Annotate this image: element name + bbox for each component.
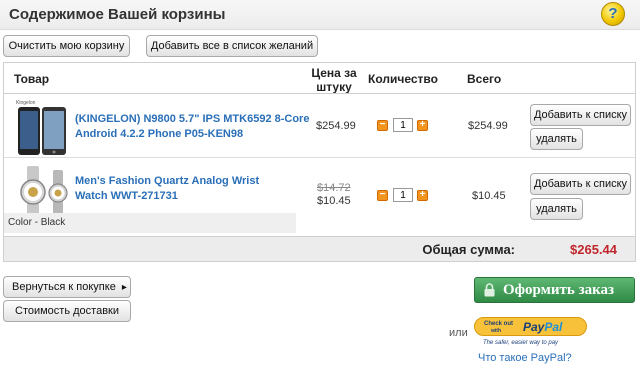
add-all-to-wishlist-button[interactable]: Добавить все в список желаний — [146, 35, 318, 57]
checkout-button[interactable]: Оформить заказ — [474, 277, 635, 303]
add-to-wishlist-button[interactable]: Добавить к списку — [530, 173, 631, 195]
quantity-input[interactable] — [393, 118, 413, 132]
checkout-label: Оформить заказ — [503, 282, 615, 298]
product-name-line2: Android 4.2.2 Phone P05-KEN98 — [75, 128, 244, 140]
paypal-line1: Check out — [484, 321, 513, 327]
product-link[interactable]: (KINGELON) N9800 5.7" IPS MTK6592 8-Core… — [75, 112, 309, 142]
paypal-line2: with — [490, 328, 501, 334]
cart-table: Товар Цена за штуку Количество Всего Kin… — [3, 62, 636, 262]
variant-label: Color - Black — [4, 213, 296, 233]
lock-icon — [484, 283, 495, 297]
page-title: Содержимое Вашей корзины — [9, 6, 226, 23]
row-total: $10.45 — [472, 190, 506, 202]
grand-total-bar: Общая сумма: $265.44 — [4, 236, 635, 261]
grand-total-value: $265.44 — [570, 242, 617, 257]
product-name-line1: (KINGELON) N9800 5.7" IPS MTK6592 8-Core — [75, 113, 310, 125]
row-divider — [4, 157, 635, 158]
qty-increase-button[interactable]: + — [417, 120, 428, 131]
phone-product-image: Kingelon — [16, 100, 66, 155]
chevron-right-icon: ▸ — [121, 282, 127, 293]
product-link[interactable]: Men's Fashion Quartz Analog Wrist Watch … — [75, 174, 259, 204]
brand-logo-text: Kingelon — [16, 100, 36, 106]
qty-decrease-button[interactable]: − — [377, 120, 388, 131]
column-header-unit-price: Цена за штуку — [307, 66, 361, 94]
unit-price-line2: штуку — [316, 80, 352, 94]
what-is-paypal-link[interactable]: Что такое PayPal? — [478, 352, 572, 364]
header-divider — [4, 93, 635, 94]
old-price: $14.72 — [317, 182, 351, 194]
paypal-tagline: The safer, easier way to pay — [483, 340, 559, 346]
paypal-checkout-button[interactable]: Check out with PayPal The safer, easier … — [474, 317, 587, 347]
product-name-line1: Men's Fashion Quartz Analog Wrist — [75, 175, 260, 187]
row-total: $254.99 — [468, 120, 508, 132]
question-icon[interactable]: ? — [601, 2, 625, 26]
shipping-cost-button[interactable]: Стоимость доставки — [3, 300, 131, 322]
unit-price: $254.99 — [316, 120, 356, 132]
qty-decrease-button[interactable]: − — [377, 190, 388, 201]
continue-shopping-label: Вернуться к покупке — [12, 281, 116, 293]
clear-cart-button[interactable]: Очистить мою корзину — [3, 35, 130, 57]
column-header-product: Товар — [14, 72, 50, 86]
unit-price-line1: Цена за — [311, 66, 357, 80]
column-header-total: Всего — [467, 72, 502, 86]
header-bar: Содержимое Вашей корзины ? — [0, 0, 640, 30]
remove-button[interactable]: удалять — [530, 198, 583, 220]
continue-shopping-button[interactable]: Вернуться к покупке ▸ — [3, 276, 131, 298]
quantity-input[interactable] — [393, 188, 413, 202]
unit-price: $10.45 — [317, 195, 351, 207]
column-header-quantity: Количество — [368, 72, 438, 86]
product-name-line2: Watch WWT-271731 — [75, 190, 178, 202]
remove-button[interactable]: удалять — [530, 128, 583, 150]
add-to-wishlist-button[interactable]: Добавить к списку — [530, 104, 631, 126]
paypal-brand: PayPal — [523, 320, 563, 334]
or-label: или — [449, 327, 468, 339]
grand-total-label: Общая сумма: — [422, 242, 515, 257]
qty-increase-button[interactable]: + — [417, 190, 428, 201]
